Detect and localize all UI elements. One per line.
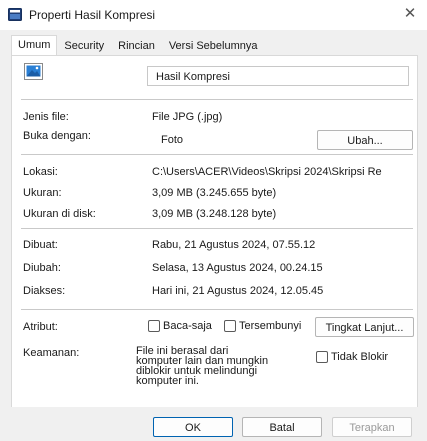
properties-app-icon (8, 8, 22, 21)
change-button[interactable]: Ubah... (317, 130, 413, 150)
security-text-line: komputer ini. (136, 375, 199, 387)
tab-rincian[interactable]: Rincian (111, 36, 162, 56)
accessed-value: Hari ini, 21 Agustus 2024, 12.05.45 (152, 285, 324, 297)
title-bar: Properti Hasil Kompresi ✕ (0, 0, 427, 30)
ok-button[interactable]: OK (153, 417, 233, 437)
close-icon[interactable]: ✕ (399, 4, 421, 24)
separator (21, 309, 413, 310)
location-value: C:\Users\ACER\Videos\Skripsi 2024\Skrips… (152, 166, 382, 178)
size-label: Ukuran: (23, 187, 62, 199)
hidden-checkbox[interactable]: Tersembunyi (224, 320, 301, 332)
open-with-value: Foto (161, 134, 184, 146)
filename-field[interactable]: Hasil Kompresi (147, 66, 409, 86)
created-label: Dibuat: (23, 239, 58, 251)
file-type-label: Jenis file: (23, 111, 69, 123)
checkbox-box[interactable] (224, 320, 236, 332)
separator (21, 99, 413, 100)
size-on-disk-label: Ukuran di disk: (23, 208, 96, 220)
checkbox-box[interactable] (316, 351, 328, 363)
attributes-label: Atribut: (23, 321, 58, 333)
tab-versi-sebelumnya[interactable]: Versi Sebelumnya (162, 36, 265, 56)
window-title: Properti Hasil Kompresi (29, 8, 156, 22)
accessed-label: Diakses: (23, 285, 66, 297)
file-type-value: File JPG (.jpg) (152, 111, 223, 123)
tab-strip: Umum Security Rincian Versi Sebelumnya (11, 35, 265, 57)
created-value: Rabu, 21 Agustus 2024, 07.55.12 (152, 239, 316, 251)
modified-value: Selasa, 13 Agustus 2024, 00.24.15 (152, 262, 323, 274)
apply-button[interactable]: Terapkan (332, 417, 412, 437)
properties-window: Properti Hasil Kompresi ✕ Umum Security … (0, 0, 427, 441)
security-message: File ini berasal dari komputer lain dan … (136, 346, 296, 387)
unblock-label: Tidak Blokir (331, 351, 389, 363)
readonly-checkbox[interactable]: Baca-saja (148, 320, 212, 332)
checkbox-box[interactable] (148, 320, 160, 332)
location-label: Lokasi: (23, 166, 58, 178)
tab-security[interactable]: Security (57, 36, 111, 56)
separator (21, 228, 413, 229)
size-on-disk-value: 3,09 MB (3.248.128 byte) (152, 208, 277, 220)
open-with-label: Buka dengan: (23, 130, 91, 142)
unblock-checkbox[interactable]: Tidak Blokir (316, 351, 388, 363)
advanced-button[interactable]: Tingkat Lanjut... (315, 317, 414, 337)
jpg-image-file-icon (24, 63, 43, 80)
tab-umum[interactable]: Umum (11, 35, 58, 57)
separator (21, 154, 413, 155)
hidden-label: Tersembunyi (239, 320, 302, 332)
size-value: 3,09 MB (3.245.655 byte) (152, 187, 277, 199)
security-label: Keamanan: (23, 347, 80, 359)
cancel-button[interactable]: Batal (242, 417, 322, 437)
modified-label: Diubah: (23, 262, 61, 274)
readonly-label: Baca-saja (163, 320, 212, 332)
